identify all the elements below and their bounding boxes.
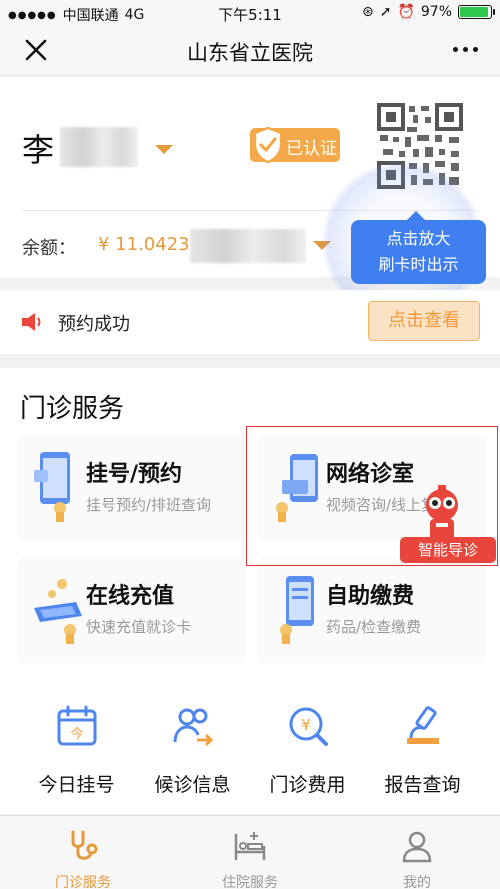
balance-label: 余额： — [22, 238, 76, 259]
verified-badge: 已认证 — [250, 126, 340, 164]
service-card-registration[interactable]: 挂号/预约 挂号预约/排班查询 — [18, 436, 244, 540]
orientation-lock-icon: ⊛ — [361, 4, 374, 20]
card-recharge-illustration-icon — [34, 579, 82, 644]
service-subtitle: 快速充值就诊卡 — [86, 618, 192, 636]
quick-label: 报告查询 — [384, 774, 461, 796]
quick-outpatient-fee[interactable]: ¥ 门诊费用 — [245, 704, 370, 804]
patient-switch-dropdown[interactable] — [155, 145, 173, 154]
service-title: 在线充值 — [86, 584, 175, 609]
name-redaction — [60, 127, 138, 167]
quick-report-query[interactable]: 报告查询 — [360, 704, 485, 804]
battery-icon — [458, 5, 495, 19]
service-title: 自助缴费 — [326, 584, 415, 609]
patient-name: 李 — [22, 131, 55, 169]
waiting-patients-icon — [173, 708, 213, 747]
section-title: 门诊服务 — [20, 394, 125, 424]
qr-hint-line2: 刷卡时出示 — [378, 255, 459, 274]
fee-search-icon: ¥ — [289, 707, 328, 746]
quick-label: 门诊费用 — [269, 774, 346, 796]
alarm-icon: ⏰ — [397, 4, 415, 20]
service-card-self-payment[interactable]: 自助缴费 药品/检查缴费 — [258, 558, 484, 662]
svg-text:今: 今 — [70, 726, 83, 742]
phone-booking-illustration-icon — [34, 452, 70, 522]
notice-bar: 预约成功 点击查看 — [0, 290, 500, 354]
tab-label: 门诊服务 — [55, 875, 111, 889]
guide-mascot-icon[interactable] — [418, 485, 466, 545]
smart-guide-button[interactable]: 智能导诊 — [400, 537, 496, 563]
verified-label: 已认证 — [286, 139, 337, 159]
profile-icon — [402, 831, 432, 863]
tab-profile[interactable]: 我的 — [334, 828, 500, 889]
quick-label: 候诊信息 — [154, 774, 231, 796]
notice-text: 预约成功 — [58, 314, 130, 335]
tab-inpatient[interactable]: 住院服务 — [167, 828, 333, 889]
quick-today-registration[interactable]: 今 今日挂号 — [14, 704, 139, 804]
qr-hint-line1: 点击放大 — [386, 229, 451, 248]
tab-label: 我的 — [403, 875, 431, 889]
battery-percent: 97% — [420, 4, 452, 20]
service-card-recharge[interactable]: 在线充值 快速充值就诊卡 — [18, 558, 244, 662]
service-subtitle: 挂号预约/排班查询 — [86, 496, 212, 514]
location-icon: ➚ — [379, 4, 392, 20]
service-title: 挂号/预约 — [86, 462, 183, 487]
service-subtitle: 药品/检查缴费 — [326, 618, 422, 636]
view-appointment-button[interactable]: 点击查看 — [368, 301, 480, 341]
svg-text:¥: ¥ — [301, 716, 311, 734]
tab-outpatient[interactable]: 门诊服务 — [0, 828, 166, 889]
card-number-redaction — [190, 229, 306, 263]
quick-waiting-info[interactable]: 候诊信息 — [130, 704, 255, 804]
self-payment-illustration-icon — [280, 576, 314, 644]
tab-label: 住院服务 — [222, 875, 278, 889]
status-bar: ●●●●● 中国联通 4G 下午5:11 ⊛ ➚ ⏰ 97% — [0, 0, 500, 26]
stethoscope-icon — [71, 830, 98, 860]
balance-value: ¥ 11.0423 — [98, 234, 190, 255]
more-icon[interactable] — [453, 47, 478, 52]
qr-hint-tooltip: 点击放大 刷卡时出示 — [351, 211, 486, 284]
microscope-icon — [406, 706, 439, 744]
hospital-bed-icon — [234, 832, 266, 860]
calendar-today-icon: 今 — [57, 705, 96, 746]
shield-check-icon — [253, 126, 283, 164]
quick-label: 今日挂号 — [38, 774, 115, 796]
outpatient-section: 门诊服务 挂号/预约 挂号预约/排班查询 网络诊室 视频咨询/线上复诊 在线充值… — [0, 368, 500, 814]
nav-bar: 山东省立医院 — [0, 26, 500, 76]
tab-bar: 门诊服务 住院服务 我的 — [0, 815, 500, 889]
page-title: 山东省立医院 — [187, 41, 313, 65]
speaker-icon — [22, 313, 41, 331]
